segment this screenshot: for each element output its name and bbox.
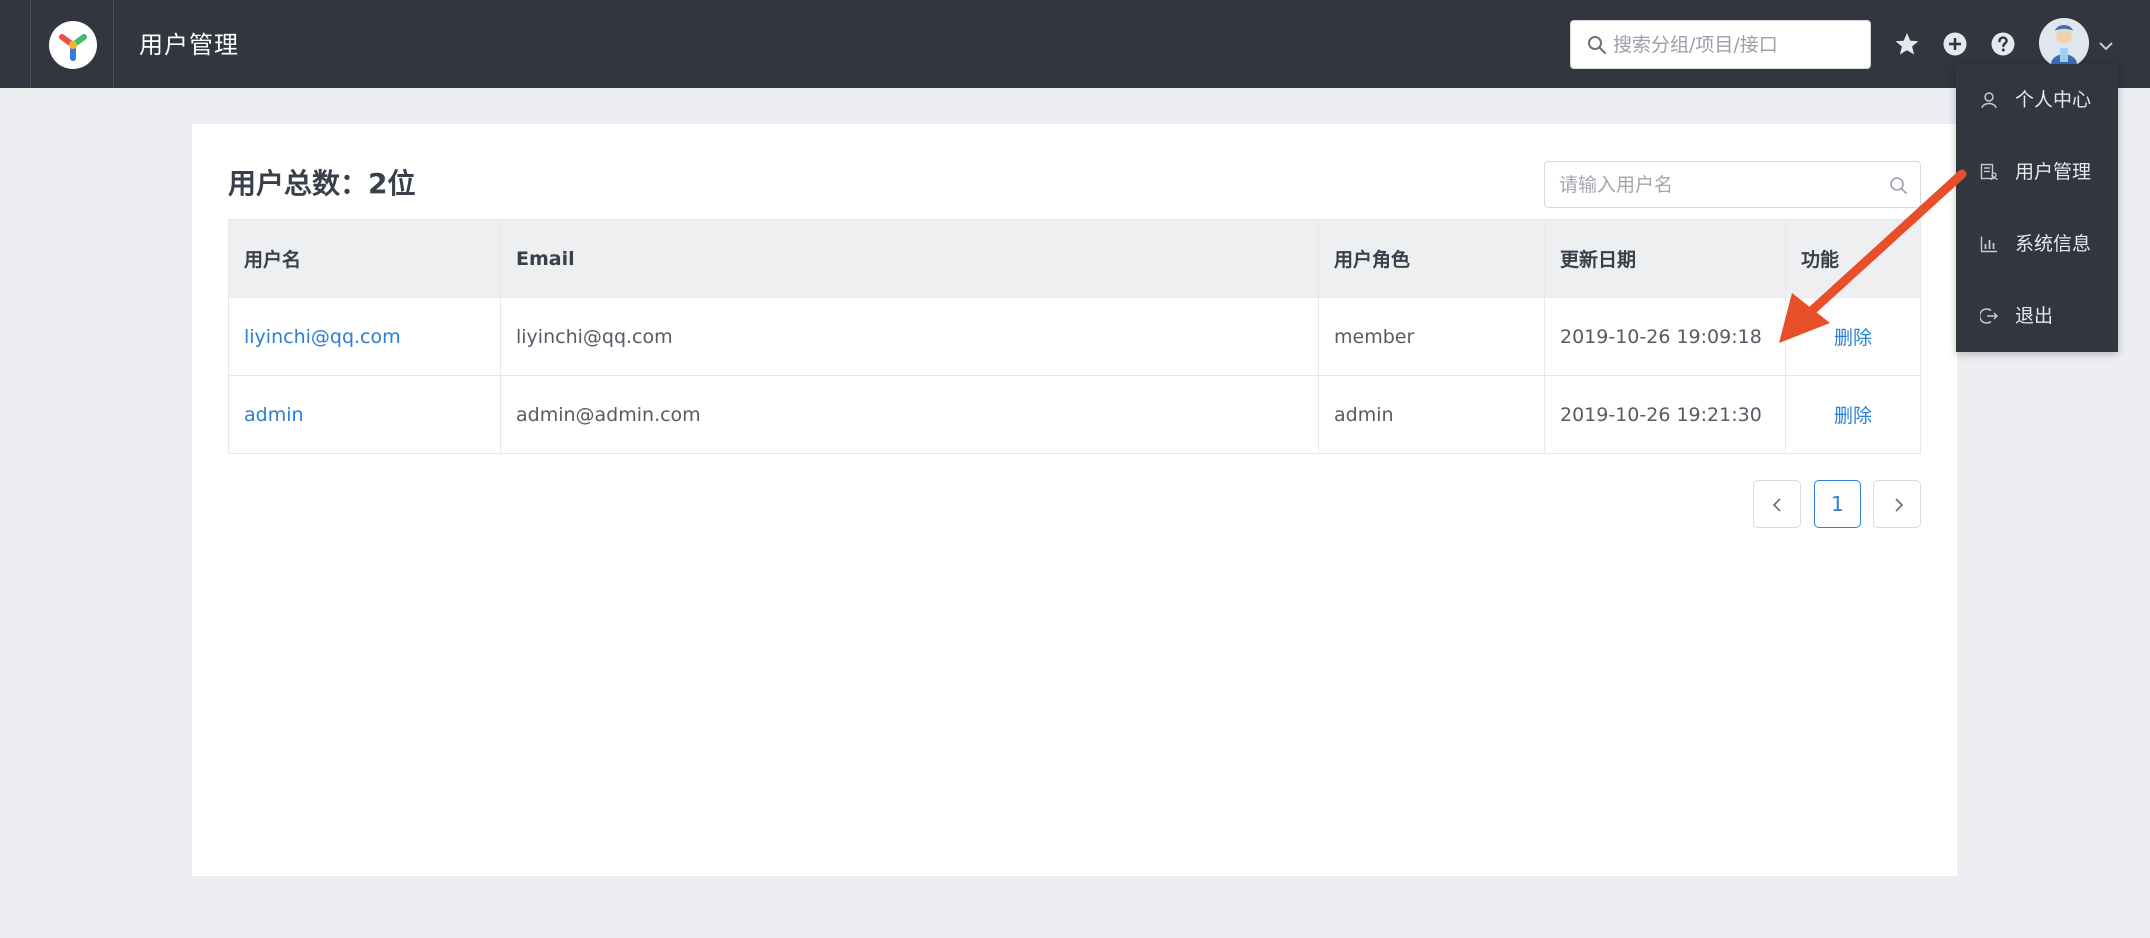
user-dropdown-menu: 个人中心 用户管理 系统信息 退出 xyxy=(1956,64,2118,352)
updated-date-cell: 2019-10-26 19:21:30 xyxy=(1544,375,1786,454)
column-header-role[interactable]: 用户角色 xyxy=(1318,219,1545,298)
global-search-input[interactable] xyxy=(1613,21,1863,68)
action-cell: 删除 xyxy=(1785,297,1921,376)
updated-date-cell: 2019-10-26 19:09:18 xyxy=(1544,297,1786,376)
menu-item-label: 个人中心 xyxy=(2015,89,2092,111)
delete-button[interactable]: 删除 xyxy=(1834,327,1872,349)
column-header-actions: 功能 xyxy=(1785,219,1921,298)
action-cell: 删除 xyxy=(1785,375,1921,454)
user-search-box[interactable] xyxy=(1544,161,1921,208)
email-cell: admin@admin.com xyxy=(500,375,1319,454)
user-list-card: 用户总数：2位 用户名 Email 用户角色 更新日期 功能 liyinchi@… xyxy=(192,124,1957,876)
menu-item-label: 系统信息 xyxy=(2015,233,2092,255)
username-link[interactable]: admin xyxy=(228,375,501,454)
help-icon[interactable] xyxy=(1990,31,2016,57)
star-icon[interactable] xyxy=(1894,31,1920,57)
menu-item-logout[interactable]: 退出 xyxy=(1956,280,2118,352)
yapi-logo-icon[interactable] xyxy=(49,21,97,69)
user-count-title: 用户总数：2位 xyxy=(228,167,416,200)
page-title: 用户管理 xyxy=(139,31,239,59)
column-header-email: Email xyxy=(500,219,1319,298)
search-icon xyxy=(1587,35,1607,59)
role-cell: admin xyxy=(1318,375,1545,454)
chevron-down-icon[interactable] xyxy=(2098,37,2114,56)
chevron-left-icon xyxy=(1772,498,1781,512)
column-header-updated: 更新日期 xyxy=(1544,219,1786,298)
username-link[interactable]: liyinchi@qq.com xyxy=(228,297,501,376)
column-header-username[interactable]: 用户名 xyxy=(228,219,501,298)
user-manage-icon xyxy=(1980,163,1998,185)
user-table: 用户名 Email 用户角色 更新日期 功能 liyinchi@qq.com l… xyxy=(228,219,1921,454)
table-row: liyinchi@qq.com liyinchi@qq.com member 2… xyxy=(228,297,1921,376)
page-number-button[interactable]: 1 xyxy=(1814,480,1861,528)
user-search-input[interactable] xyxy=(1559,162,1879,207)
top-navbar: 用户管理 xyxy=(0,0,2150,88)
email-cell: liyinchi@qq.com xyxy=(500,297,1319,376)
logout-icon xyxy=(1978,307,1999,329)
bar-chart-icon xyxy=(1980,235,1998,257)
menu-item-label: 用户管理 xyxy=(2015,161,2092,183)
role-cell: member xyxy=(1318,297,1545,376)
menu-item-user-management[interactable]: 用户管理 xyxy=(1956,136,2118,208)
chevron-right-icon xyxy=(1895,498,1904,512)
delete-button[interactable]: 删除 xyxy=(1834,405,1872,427)
prev-page-button[interactable] xyxy=(1753,480,1801,528)
menu-item-system-info[interactable]: 系统信息 xyxy=(1956,208,2118,280)
user-icon xyxy=(1980,91,1998,113)
logo-area[interactable] xyxy=(30,0,114,88)
menu-item-profile[interactable]: 个人中心 xyxy=(1956,64,2118,136)
menu-item-label: 退出 xyxy=(2015,305,2054,327)
global-search-box[interactable] xyxy=(1570,20,1871,69)
next-page-button[interactable] xyxy=(1873,480,1921,528)
plus-circle-icon[interactable] xyxy=(1942,31,1968,57)
table-header-row: 用户名 Email 用户角色 更新日期 功能 xyxy=(228,219,1921,298)
search-icon[interactable] xyxy=(1889,176,1909,200)
user-avatar[interactable] xyxy=(2039,18,2089,68)
table-row: admin admin@admin.com admin 2019-10-26 1… xyxy=(228,375,1921,454)
